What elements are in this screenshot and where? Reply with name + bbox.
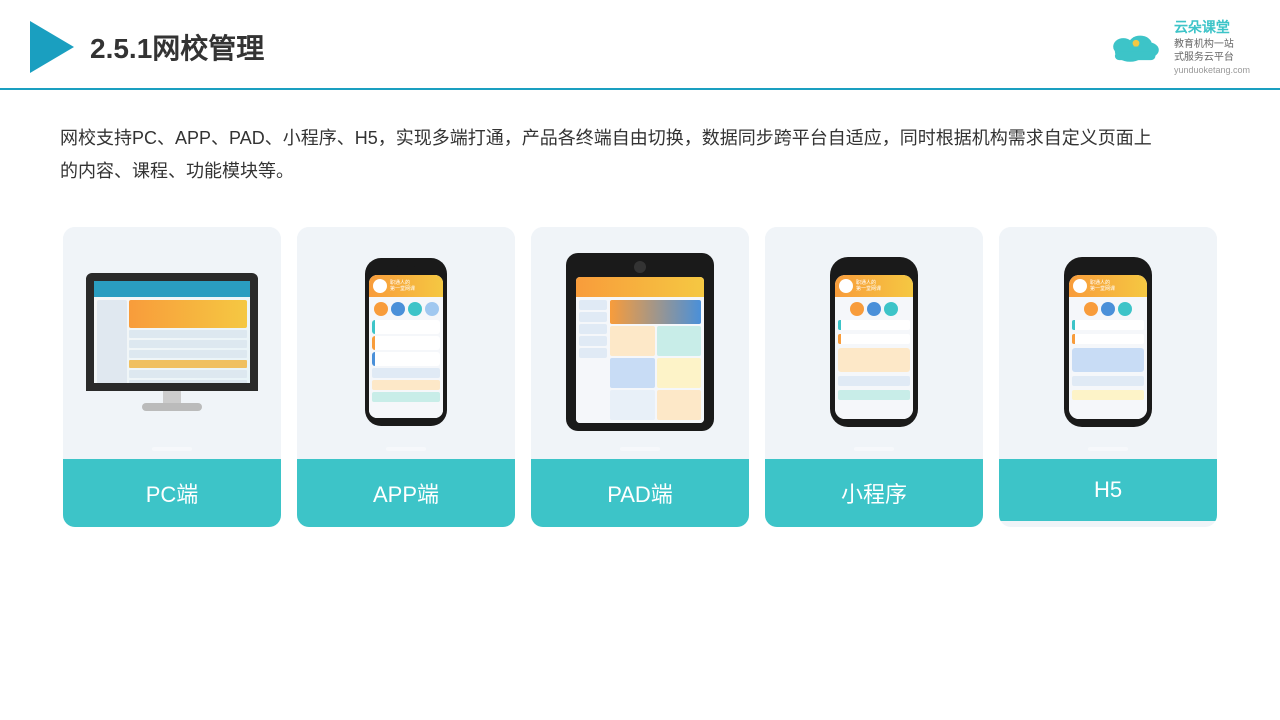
phone-app-mockup: 职通人的第一堂网课 — [365, 258, 447, 426]
page-title: 2.5.1网校管理 — [90, 27, 264, 67]
logo-subtitle: 教育机构一站式服务云平台 — [1174, 38, 1250, 64]
cards-container: PC端 职通人的第一堂网课 — [60, 227, 1220, 527]
phone-miniprogram-screen: 职通人的第一堂网课 — [835, 275, 913, 419]
header-left: 2.5.1网校管理 — [30, 21, 264, 73]
tablet-mockup — [566, 253, 714, 431]
section-number: 2.5.1 — [90, 33, 152, 64]
phone-h5-screen: 职通人的第一堂网课 — [1069, 275, 1147, 419]
card-miniprogram-label: 小程序 — [765, 459, 983, 527]
description-text: 网校支持PC、APP、PAD、小程序、H5，实现多端打通，产品各终端自由切换，数… — [60, 122, 1160, 187]
card-h5-image: 职通人的第一堂网课 — [999, 227, 1217, 447]
card-pad-label: PAD端 — [531, 459, 749, 527]
phone-h5-mockup: 职通人的第一堂网课 — [1064, 257, 1152, 427]
pc-mockup — [82, 273, 262, 411]
main-content: 网校支持PC、APP、PAD、小程序、H5，实现多端打通，产品各终端自由切换，数… — [0, 90, 1280, 547]
play-icon — [30, 21, 74, 73]
card-pc-label: PC端 — [63, 459, 281, 527]
card-h5: 职通人的第一堂网课 — [999, 227, 1217, 527]
phone-app-screen: 职通人的第一堂网课 — [369, 275, 443, 418]
card-h5-indicator — [1088, 447, 1128, 451]
card-pad: PAD端 — [531, 227, 749, 527]
card-app-label: APP端 — [297, 459, 515, 527]
card-pc-indicator — [152, 447, 192, 451]
card-miniprogram-image: 职通人的第一堂网课 — [765, 227, 983, 447]
logo-text-block: 云朵课堂 教育机构一站式服务云平台 yunduoketang.com — [1174, 18, 1250, 76]
logo-cloud-icon — [1106, 28, 1166, 66]
logo-name: 云朵课堂 — [1174, 18, 1250, 38]
logo-area: 云朵课堂 教育机构一站式服务云平台 yunduoketang.com — [1106, 18, 1250, 76]
header: 2.5.1网校管理 云朵课堂 教育机构一站式服务云平台 yunduoketang… — [0, 0, 1280, 90]
pc-screen — [86, 273, 258, 391]
card-h5-label: H5 — [999, 459, 1217, 521]
tablet-home-btn — [634, 261, 646, 273]
card-pad-indicator — [620, 447, 660, 451]
card-pad-image — [531, 227, 749, 447]
card-app-indicator — [386, 447, 426, 451]
logo-domain: yunduoketang.com — [1174, 64, 1250, 77]
phone-miniprogram-mockup: 职通人的第一堂网课 — [830, 257, 918, 427]
card-miniprogram: 职通人的第一堂网课 — [765, 227, 983, 527]
tablet-screen — [576, 277, 704, 423]
card-pc-image — [63, 227, 281, 447]
card-app-image: 职通人的第一堂网课 — [297, 227, 515, 447]
card-miniprogram-indicator — [854, 447, 894, 451]
title-text: 网校管理 — [152, 33, 264, 64]
card-pc: PC端 — [63, 227, 281, 527]
card-app: 职通人的第一堂网课 — [297, 227, 515, 527]
